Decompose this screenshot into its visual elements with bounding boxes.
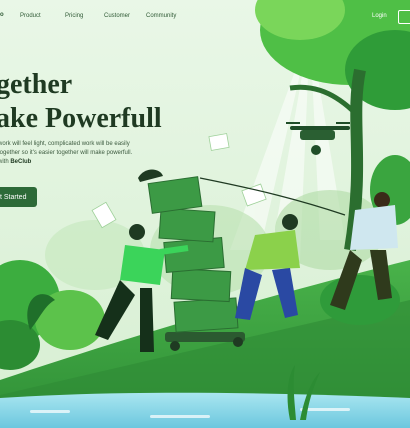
brand-logo[interactable]: o [0, 12, 4, 18]
signup-button[interactable] [398, 10, 410, 24]
login-link[interactable]: Login [372, 13, 387, 19]
top-navigation: o Product Pricing Customer Community Log… [0, 10, 410, 24]
hero-description: work will feel light, complicated work w… [0, 140, 148, 167]
brand-name: BeClub [10, 159, 32, 165]
nav-item-community[interactable]: Community [146, 13, 176, 19]
nav-item-pricing[interactable]: Pricing [65, 13, 83, 19]
hero-title-line-1: gether [0, 69, 73, 100]
hero-description-line-1: work will feel light, complicated work w… [0, 141, 130, 147]
hero-description-prefix: with [0, 159, 9, 165]
hero-description-line-2: together so it's easier together will ma… [0, 150, 133, 156]
get-started-button[interactable]: t Started [0, 187, 37, 207]
hero-title: gether ake Powerfull [0, 68, 162, 136]
hero-illustration [0, 0, 410, 428]
nav-item-product[interactable]: Product [20, 13, 41, 19]
hero-title-line-2: ake Powerfull [0, 103, 162, 134]
nav-item-customer[interactable]: Customer [104, 13, 130, 19]
hero-description-line-3: with BeClub [0, 158, 148, 167]
